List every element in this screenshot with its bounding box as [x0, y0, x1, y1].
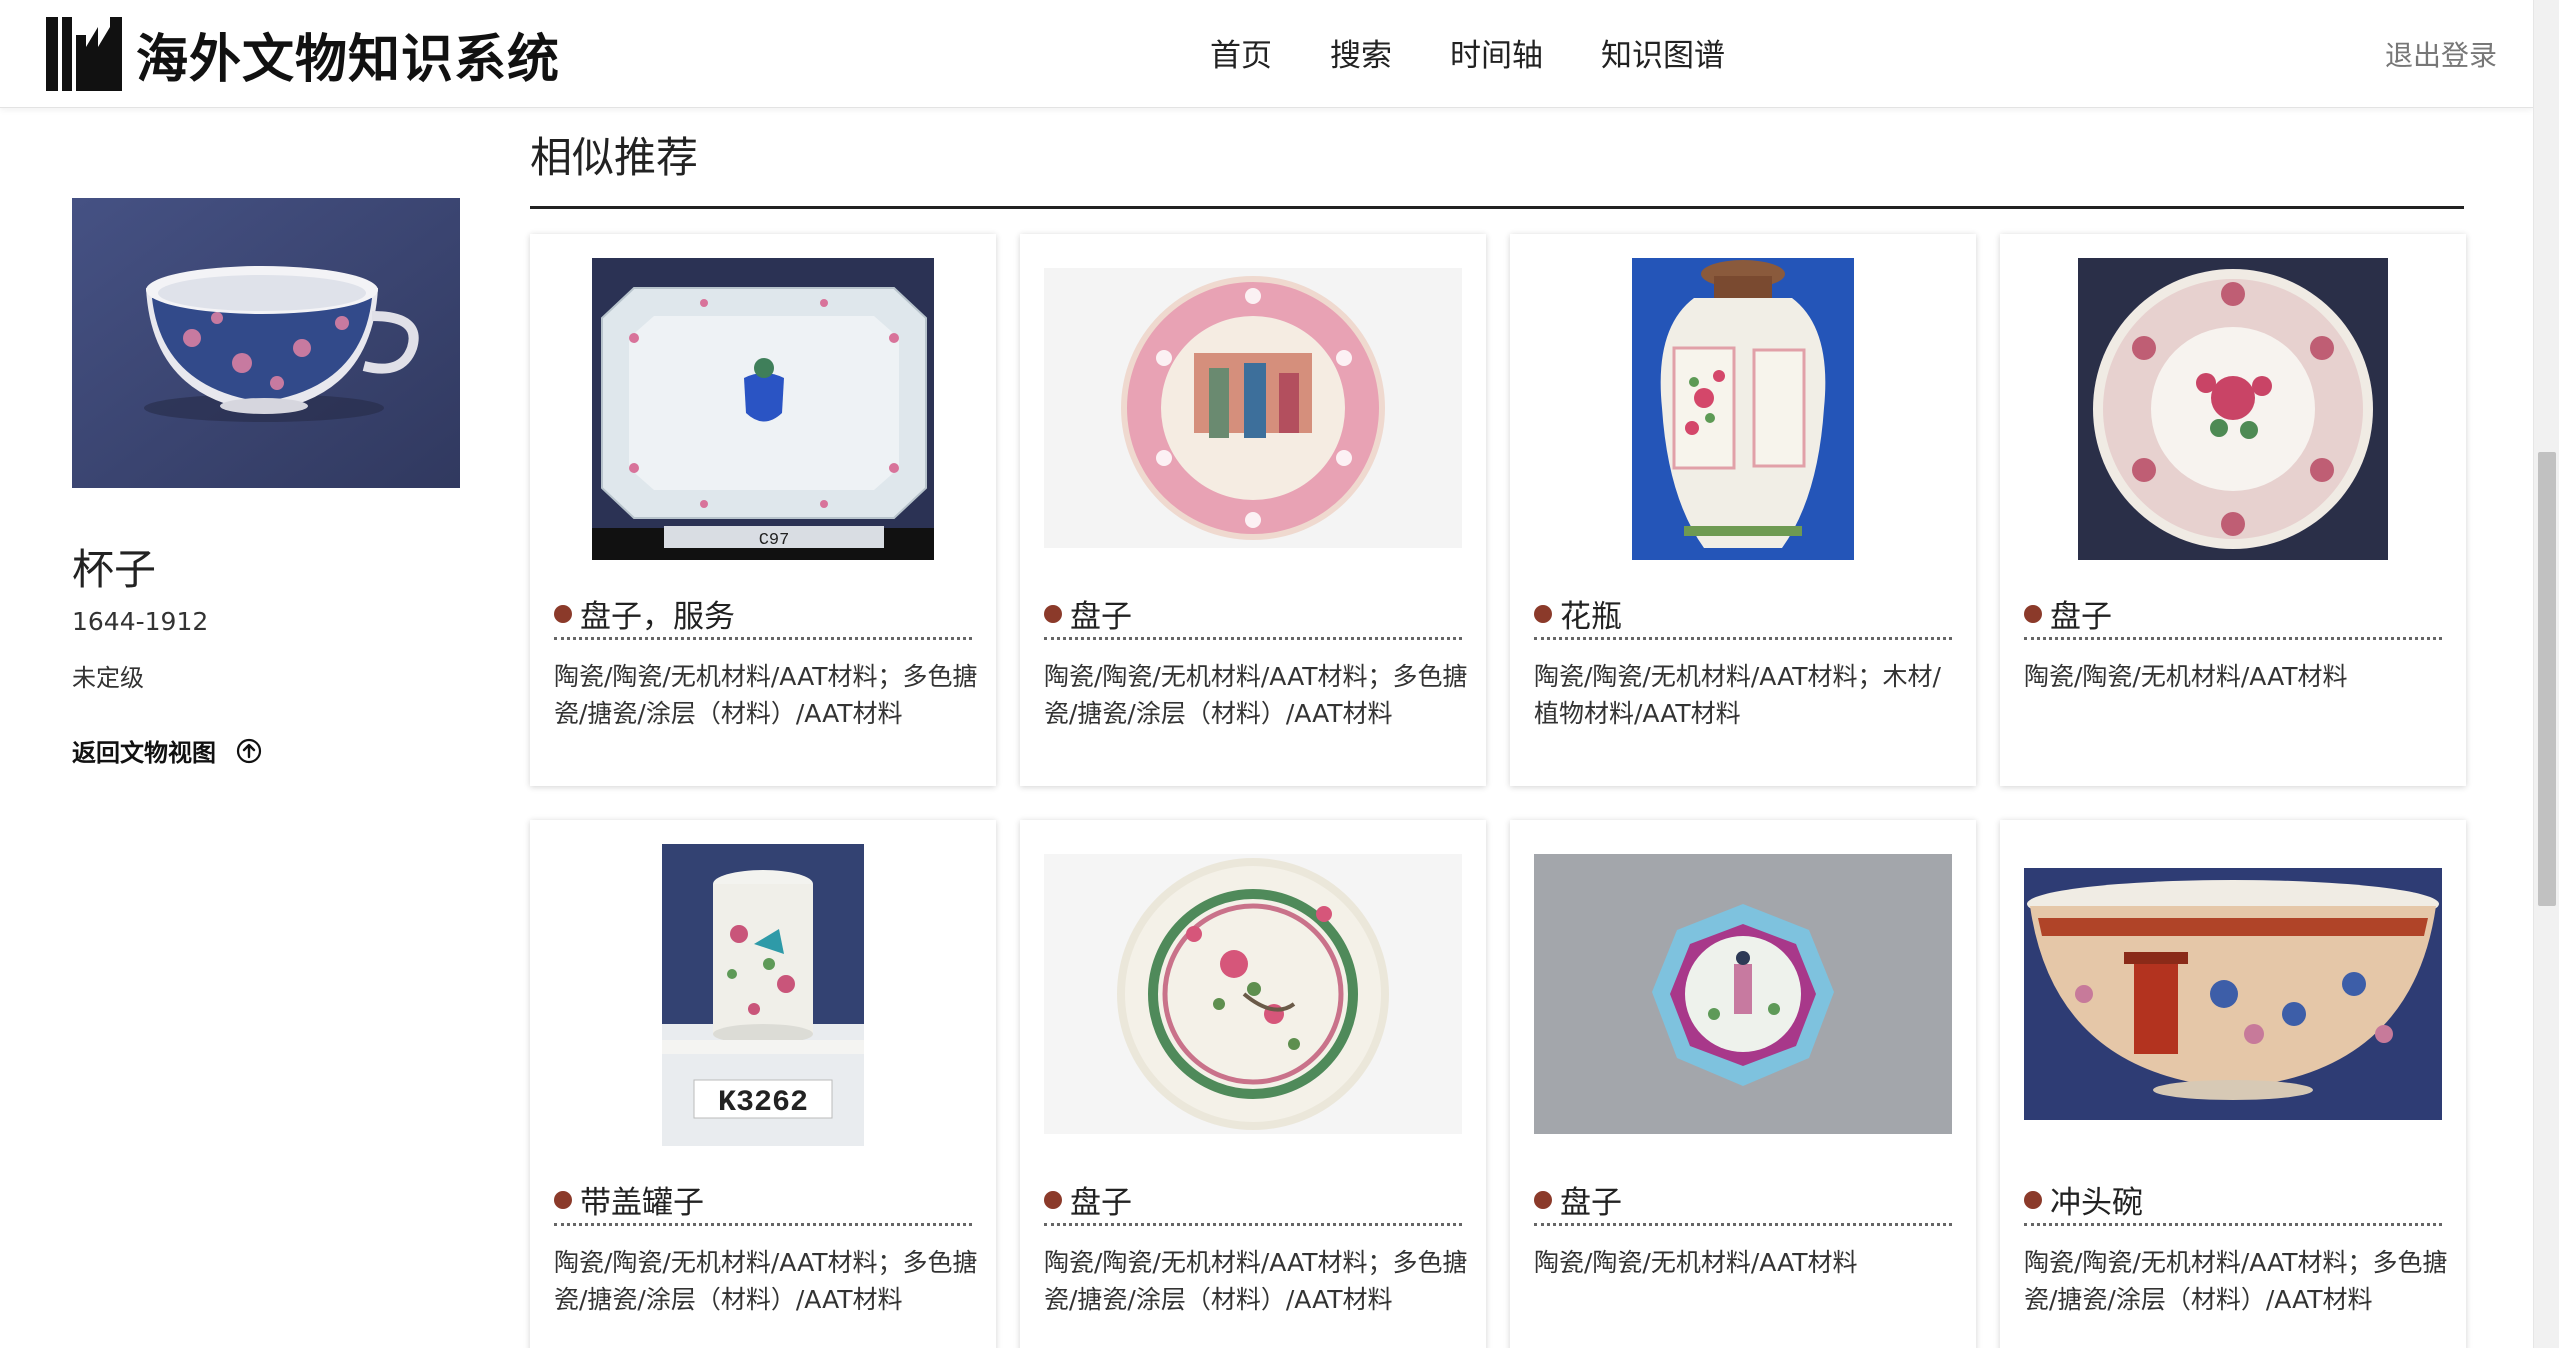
- artifact-title: 杯子: [72, 545, 157, 594]
- card-image: [1534, 844, 1952, 1146]
- card-title-row: 盘子，服务: [554, 590, 972, 640]
- card-title-row: 带盖罐子: [554, 1176, 972, 1226]
- card-image: K3262: [554, 844, 972, 1146]
- title-bullet: [1044, 1190, 1062, 1209]
- recommendation-card[interactable]: 盘子 陶瓷/陶瓷/无机材料/AAT材料；多色搪瓷/搪瓷/涂层（材料）/AAT材料: [1020, 234, 1486, 786]
- title-bullet: [1534, 604, 1552, 623]
- back-link-label: 返回文物视图: [72, 739, 216, 767]
- top-header: 海外文物知识系统 首页 搜索 时间轴 知识图谱 退出登录: [0, 0, 2533, 108]
- card-title: 盘子: [1560, 1185, 1622, 1221]
- recommendation-card[interactable]: 盘子 陶瓷/陶瓷/无机材料/AAT材料: [2000, 234, 2466, 786]
- card-title-row: 盘子: [1044, 1176, 1462, 1226]
- card-image: [1534, 258, 1952, 560]
- recommendation-grid: C97 盘子，服务 陶瓷/陶瓷/无机材料/AAT材料；多色搪瓷/搪瓷/涂层（材料…: [530, 234, 2466, 1348]
- page-scrollbar[interactable]: [2533, 0, 2559, 1348]
- card-title-row: 冲头碗: [2024, 1176, 2442, 1226]
- card-image: [2024, 258, 2442, 560]
- card-title-row: 盘子: [1044, 590, 1462, 640]
- nav-search[interactable]: 搜索: [1330, 30, 1392, 75]
- card-description: 陶瓷/陶瓷/无机材料/AAT材料；多色搪瓷/搪瓷/涂层（材料）/AAT材料: [554, 1248, 978, 1314]
- card-title-row: 盘子: [1534, 1176, 1952, 1226]
- main-nav: 首页 搜索 时间轴 知识图谱: [1210, 30, 1783, 75]
- section-divider: [530, 206, 2464, 209]
- card-image: [2024, 844, 2442, 1146]
- recommendation-card[interactable]: 花瓶 陶瓷/陶瓷/无机材料/AAT材料；木材/植物材料/AAT材料: [1510, 234, 1976, 786]
- card-image: [1044, 258, 1462, 560]
- nav-knowledge-graph[interactable]: 知识图谱: [1601, 30, 1725, 75]
- title-bullet: [1044, 604, 1062, 623]
- card-title: 盘子，服务: [580, 599, 735, 635]
- card-description: 陶瓷/陶瓷/无机材料/AAT材料；多色搪瓷/搪瓷/涂层（材料）/AAT材料: [554, 662, 978, 728]
- card-title: 冲头碗: [2050, 1185, 2143, 1221]
- back-to-artifact-view-link[interactable]: 返回文物视图: [72, 733, 460, 768]
- title-bullet: [2024, 604, 2042, 623]
- nav-timeline[interactable]: 时间轴: [1450, 30, 1543, 75]
- card-image-label: K3262: [718, 1086, 808, 1120]
- artifact-sidebar: 杯子 1644-1912 未定级 返回文物视图: [72, 198, 460, 768]
- artifact-date: 1644-1912: [72, 607, 209, 636]
- card-image: C97: [554, 258, 972, 560]
- recommendation-card[interactable]: C97 盘子，服务 陶瓷/陶瓷/无机材料/AAT材料；多色搪瓷/搪瓷/涂层（材料…: [530, 234, 996, 786]
- arrow-up-circle-icon: [236, 738, 262, 763]
- logout-link[interactable]: 退出登录: [2385, 34, 2497, 74]
- card-title: 盘子: [1070, 1185, 1132, 1221]
- card-title: 盘子: [2050, 599, 2112, 635]
- title-bullet: [2024, 1190, 2042, 1209]
- card-title-row: 盘子: [2024, 590, 2442, 640]
- card-description: 陶瓷/陶瓷/无机材料/AAT材料；多色搪瓷/搪瓷/涂层（材料）/AAT材料: [1044, 662, 1468, 728]
- card-description: 陶瓷/陶瓷/无机材料/AAT材料: [2024, 662, 2348, 691]
- nav-home[interactable]: 首页: [1210, 30, 1272, 75]
- recommendation-card[interactable]: 盘子 陶瓷/陶瓷/无机材料/AAT材料: [1510, 820, 1976, 1348]
- recommendation-card[interactable]: K3262 带盖罐子 陶瓷/陶瓷/无机材料/AAT材料；多色搪瓷/搪瓷/涂层（材…: [530, 820, 996, 1348]
- site-logo[interactable]: 海外文物知识系统: [46, 16, 560, 92]
- site-name: 海外文物知识系统: [136, 29, 561, 90]
- logo-icon: [46, 17, 122, 91]
- card-image: [1044, 844, 1462, 1146]
- card-title: 花瓶: [1560, 599, 1622, 635]
- card-description: 陶瓷/陶瓷/无机材料/AAT材料；多色搪瓷/搪瓷/涂层（材料）/AAT材料: [2024, 1248, 2448, 1314]
- title-bullet: [554, 1190, 572, 1209]
- artifact-grade: 未定级: [72, 664, 144, 692]
- recommendation-card[interactable]: 冲头碗 陶瓷/陶瓷/无机材料/AAT材料；多色搪瓷/搪瓷/涂层（材料）/AAT材…: [2000, 820, 2466, 1348]
- card-description: 陶瓷/陶瓷/无机材料/AAT材料: [1534, 1248, 1858, 1277]
- card-title: 带盖罐子: [580, 1185, 704, 1221]
- scrollbar-thumb[interactable]: [2538, 452, 2556, 906]
- card-title-row: 花瓶: [1534, 590, 1952, 640]
- title-bullet: [554, 604, 572, 623]
- title-bullet: [1534, 1190, 1552, 1209]
- card-title: 盘子: [1070, 599, 1132, 635]
- recommendation-card[interactable]: 盘子 陶瓷/陶瓷/无机材料/AAT材料；多色搪瓷/搪瓷/涂层（材料）/AAT材料: [1020, 820, 1486, 1348]
- similar-recommendations-heading: 相似推荐: [530, 133, 699, 182]
- card-image-label: C97: [759, 531, 790, 550]
- card-description: 陶瓷/陶瓷/无机材料/AAT材料；木材/植物材料/AAT材料: [1534, 662, 1941, 728]
- artifact-photo-cup: [72, 198, 460, 488]
- card-description: 陶瓷/陶瓷/无机材料/AAT材料；多色搪瓷/搪瓷/涂层（材料）/AAT材料: [1044, 1248, 1468, 1314]
